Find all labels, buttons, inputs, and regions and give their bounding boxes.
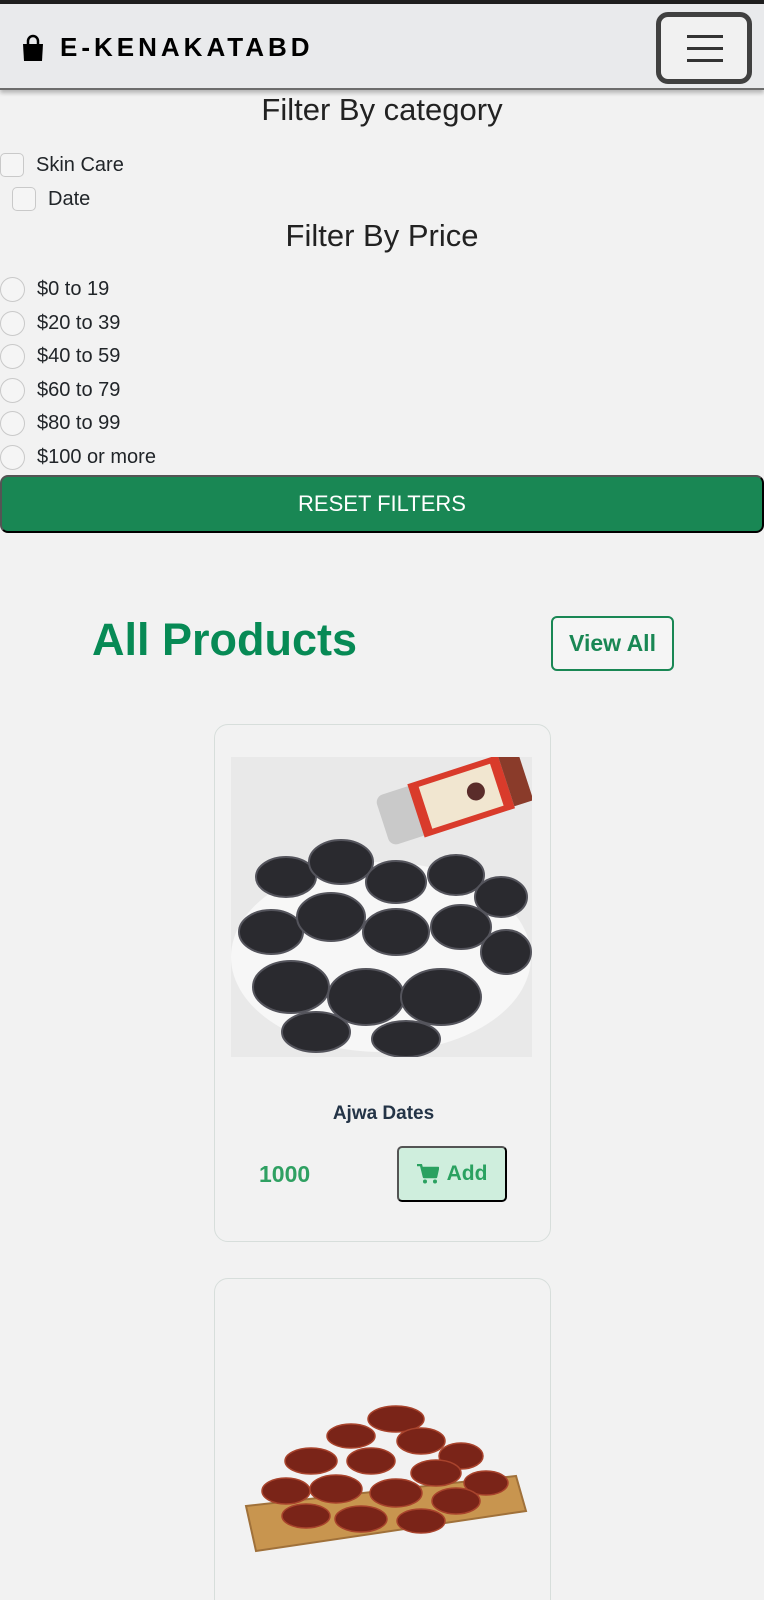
price-option-label: $20 to 39 xyxy=(37,312,121,334)
price-option[interactable]: $80 to 99 xyxy=(0,411,120,436)
price-option-label: $100 or more xyxy=(37,446,156,468)
price-radio[interactable] xyxy=(0,311,25,336)
price-radio[interactable] xyxy=(0,411,25,436)
price-option-label: $80 to 99 xyxy=(37,412,121,434)
category-option-label: Skin Care xyxy=(36,153,124,176)
category-option-skin-care[interactable]: Skin Care xyxy=(0,153,124,177)
price-option[interactable]: $0 to 19 xyxy=(0,277,109,302)
price-option[interactable]: $40 to 59 xyxy=(0,344,120,369)
price-option[interactable]: $20 to 39 xyxy=(0,311,120,336)
price-option[interactable]: $60 to 79 xyxy=(0,378,120,403)
all-products-title: All Products xyxy=(92,614,358,665)
brand-link[interactable]: E-KENAKATABD xyxy=(22,32,314,63)
price-option[interactable]: $100 or more xyxy=(0,445,156,470)
category-option-label: Date xyxy=(48,187,91,210)
price-radio[interactable] xyxy=(0,344,25,369)
category-option-date[interactable]: Date xyxy=(12,187,90,211)
category-checkbox[interactable] xyxy=(12,187,36,211)
category-filter-heading: Filter By category xyxy=(261,92,503,127)
price-option-label: $60 to 79 xyxy=(37,379,121,401)
cart-icon xyxy=(416,1164,439,1184)
add-to-cart-button[interactable]: Add xyxy=(397,1146,507,1202)
product-card[interactable]: Ajwa Dates 1000 Add xyxy=(214,724,551,1242)
price-filter-heading: Filter By Price xyxy=(285,218,479,253)
view-all-button[interactable]: View All xyxy=(551,616,674,671)
price-option-label: $0 to 19 xyxy=(37,278,110,300)
product-card[interactable] xyxy=(214,1278,551,1600)
add-button-label: Add xyxy=(446,1162,488,1185)
brand-name: E-KENAKATABD xyxy=(60,32,314,62)
shopping-bag-icon xyxy=(23,34,43,61)
price-option-label: $40 to 59 xyxy=(37,345,121,367)
price-radio[interactable] xyxy=(0,378,25,403)
product-name: Ajwa Dates xyxy=(332,1103,435,1124)
ajwa-dates-photo xyxy=(231,757,532,1057)
navbar: E-KENAKATABD xyxy=(0,4,764,90)
category-checkbox[interactable] xyxy=(0,153,24,177)
price-radio[interactable] xyxy=(0,445,25,470)
product-price: 1000 xyxy=(259,1161,311,1187)
medjool-dates-photo xyxy=(231,1311,532,1600)
menu-toggle-button[interactable] xyxy=(656,12,752,84)
reset-filters-button[interactable]: RESET FILTERS xyxy=(0,475,764,533)
price-radio[interactable] xyxy=(0,277,25,302)
